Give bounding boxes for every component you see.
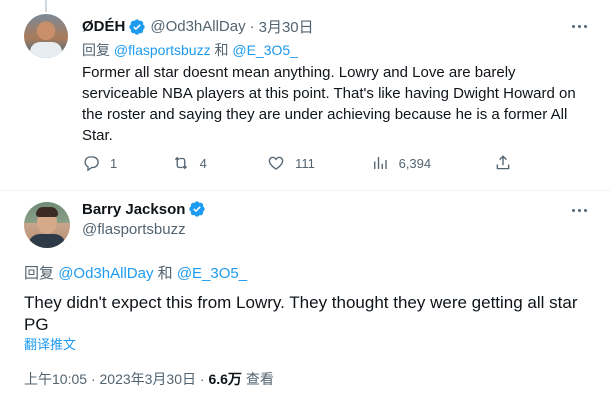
views-button[interactable]: 6,394	[371, 154, 494, 172]
tweet-meta: 上午10:05 · 2023年3月30日 · 6.6万 查看	[24, 369, 274, 389]
tweet-header: ØDÉH @Od3hAllDay · 3月30日	[82, 16, 314, 37]
replying-to: 回复 @flasportsbuzz 和 @E_3O5_	[82, 40, 298, 60]
like-icon	[268, 156, 284, 170]
tweet-date[interactable]: 3月30日	[259, 16, 314, 37]
separator: ·	[199, 371, 205, 387]
reply-button[interactable]: 1	[82, 154, 172, 172]
separator: ·	[90, 371, 96, 387]
views-icon	[373, 157, 387, 169]
reply-tweet[interactable]: ØDÉH @Od3hAllDay · 3月30日 回复 @flasportsbu…	[0, 0, 610, 190]
replying-to: 回复 @Od3hAllDay 和 @E_3O5_	[24, 262, 247, 283]
retweet-button[interactable]: 4	[172, 154, 268, 172]
tweet-time[interactable]: 上午10:05	[24, 371, 87, 387]
views-label: 查看	[245, 371, 274, 387]
tweet-actions: 1 4 111 6,394	[82, 152, 522, 174]
author-handle[interactable]: @flasportsbuzz	[82, 221, 186, 238]
mention-link[interactable]: @flasportsbuzz	[114, 42, 211, 58]
tweet-header: Barry Jackson	[82, 200, 210, 218]
mention-link[interactable]: @E_3O5_	[177, 265, 247, 282]
retweet-icon	[174, 156, 187, 170]
replying-and: 和	[214, 42, 229, 58]
more-icon[interactable]	[568, 199, 590, 221]
retweet-count: 4	[199, 155, 207, 171]
author-handle[interactable]: @Od3hAllDay	[150, 18, 245, 35]
mention-link[interactable]: @E_3O5_	[232, 42, 298, 58]
share-icon	[496, 155, 510, 170]
author-name[interactable]: Barry Jackson	[82, 201, 185, 218]
translate-tweet-link[interactable]: 翻译推文	[24, 334, 76, 353]
like-count: 111	[295, 155, 315, 171]
divider	[0, 190, 610, 191]
share-button[interactable]	[494, 154, 522, 172]
verified-badge-icon	[129, 18, 146, 35]
tweet-text: They didn't expect this from Lowry. They…	[24, 293, 578, 334]
view-count: 6,394	[398, 155, 432, 171]
tweet-text: Former all star doesnt mean anything. Lo…	[82, 64, 576, 144]
main-tweet: Barry Jackson @flasportsbuzz 回复 @Od3hAll…	[0, 190, 610, 420]
verified-badge-icon	[189, 201, 206, 217]
separator: ·	[249, 18, 255, 35]
tweet-date[interactable]: 2023年3月30日	[100, 371, 197, 387]
mention-link[interactable]: @Od3hAllDay	[58, 265, 153, 282]
avatar[interactable]	[24, 14, 68, 58]
replying-prefix: 回复	[24, 265, 55, 282]
replying-and: 和	[157, 265, 173, 282]
more-icon[interactable]	[568, 15, 590, 37]
view-count: 6.6万	[208, 371, 242, 387]
like-button[interactable]: 111	[267, 154, 371, 172]
replying-prefix: 回复	[82, 42, 110, 58]
thread-line	[45, 0, 47, 12]
avatar[interactable]	[24, 202, 70, 248]
reply-icon	[84, 156, 99, 172]
author-name[interactable]: ØDÉH	[82, 18, 125, 35]
reply-count: 1	[110, 155, 118, 171]
